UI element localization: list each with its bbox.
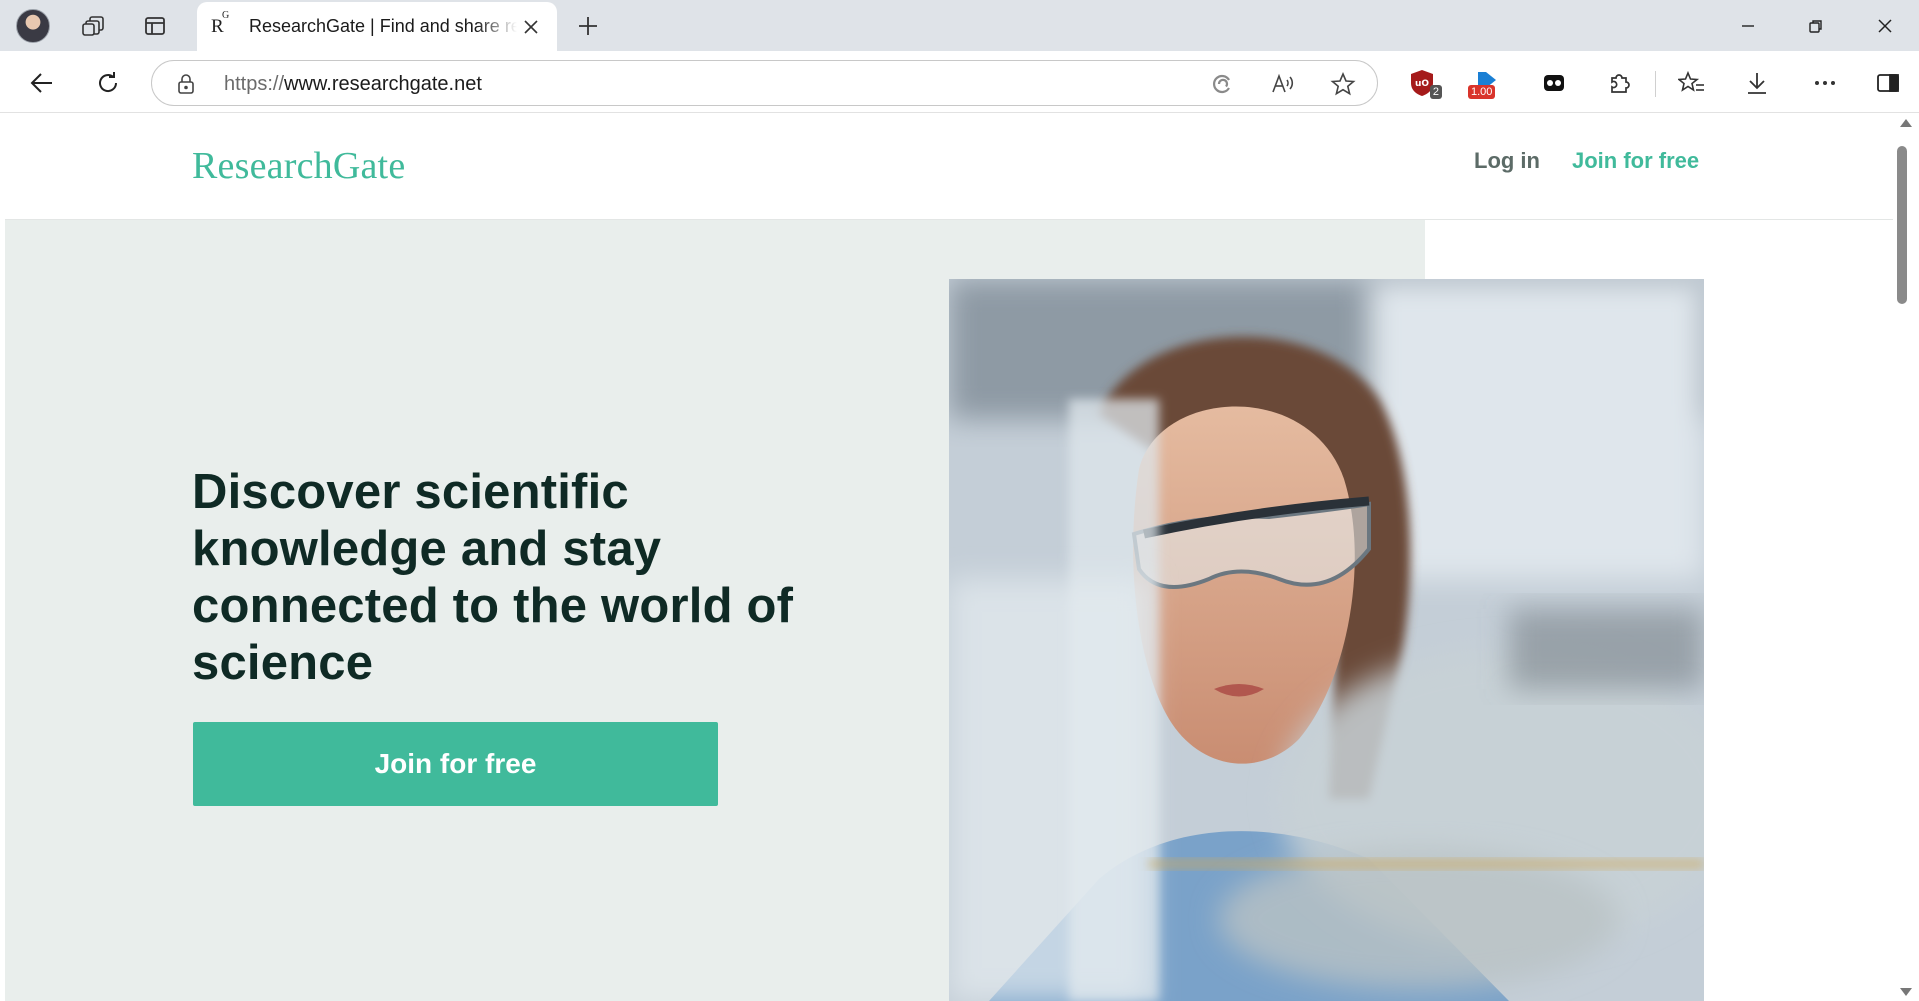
refresh-icon[interactable]: [88, 63, 128, 103]
site-header: ResearchGate Log in Join for free: [5, 114, 1893, 220]
close-window-icon[interactable]: [1851, 0, 1919, 51]
sidebar-toggle-icon[interactable]: [1870, 65, 1906, 101]
researchgate-logo[interactable]: ResearchGate: [192, 144, 405, 188]
workspaces-icon[interactable]: [76, 8, 112, 44]
address-bar[interactable]: https://www.researchgate.net: [151, 60, 1378, 106]
counter-extension-icon[interactable]: 1.00: [1468, 65, 1508, 101]
svg-text:uO: uO: [1415, 79, 1429, 89]
hero-headline: Discover scientific knowledge and stay c…: [192, 465, 794, 690]
new-tab-button[interactable]: [570, 8, 606, 44]
tab-bar: RG ResearchGate | Find and share researc…: [0, 0, 1919, 51]
researchgate-favicon-icon: RG: [211, 9, 230, 37]
ublock-badge: 2: [1429, 85, 1442, 99]
join-header-link[interactable]: Join for free: [1572, 148, 1699, 174]
back-arrow-icon[interactable]: [22, 63, 62, 103]
scroll-down-arrow-icon[interactable]: [1899, 987, 1913, 997]
downloads-icon[interactable]: [1739, 65, 1775, 101]
ublock-extension-icon[interactable]: uO 2: [1404, 65, 1442, 101]
browser-toolbar: https://www.researchgate.net uO 2 1.00: [0, 51, 1919, 113]
lock-icon[interactable]: [176, 73, 196, 100]
close-tab-icon[interactable]: [517, 13, 545, 41]
counter-badge: 1.00: [1468, 85, 1496, 99]
extensions-puzzle-icon[interactable]: [1602, 65, 1638, 101]
restore-window-icon[interactable]: [1782, 0, 1850, 51]
extension-mask-icon[interactable]: [1536, 65, 1572, 101]
hero-scientist-photo: [949, 279, 1704, 1001]
web-page: ResearchGate Log in Join for free Discov…: [5, 114, 1893, 1001]
read-aloud-icon[interactable]: [1269, 70, 1297, 98]
favorites-list-icon[interactable]: [1674, 65, 1710, 101]
toolbar-separator: [1655, 71, 1656, 97]
scroll-up-arrow-icon[interactable]: [1899, 118, 1913, 128]
join-for-free-button[interactable]: Join for free: [193, 722, 718, 806]
edge-refresh-app-icon[interactable]: [1208, 70, 1236, 98]
more-menu-icon[interactable]: [1807, 65, 1843, 101]
minimize-window-icon[interactable]: [1714, 0, 1782, 51]
favorite-star-icon[interactable]: [1329, 70, 1357, 98]
profile-avatar[interactable]: [16, 9, 50, 43]
vertical-tabs-icon[interactable]: [137, 8, 173, 44]
tab-title: ResearchGate | Find and share research: [249, 16, 517, 36]
login-link[interactable]: Log in: [1474, 148, 1540, 174]
scrollbar-thumb[interactable]: [1897, 146, 1907, 304]
active-tab[interactable]: RG ResearchGate | Find and share researc…: [197, 2, 557, 51]
address-url[interactable]: https://www.researchgate.net: [224, 73, 482, 96]
